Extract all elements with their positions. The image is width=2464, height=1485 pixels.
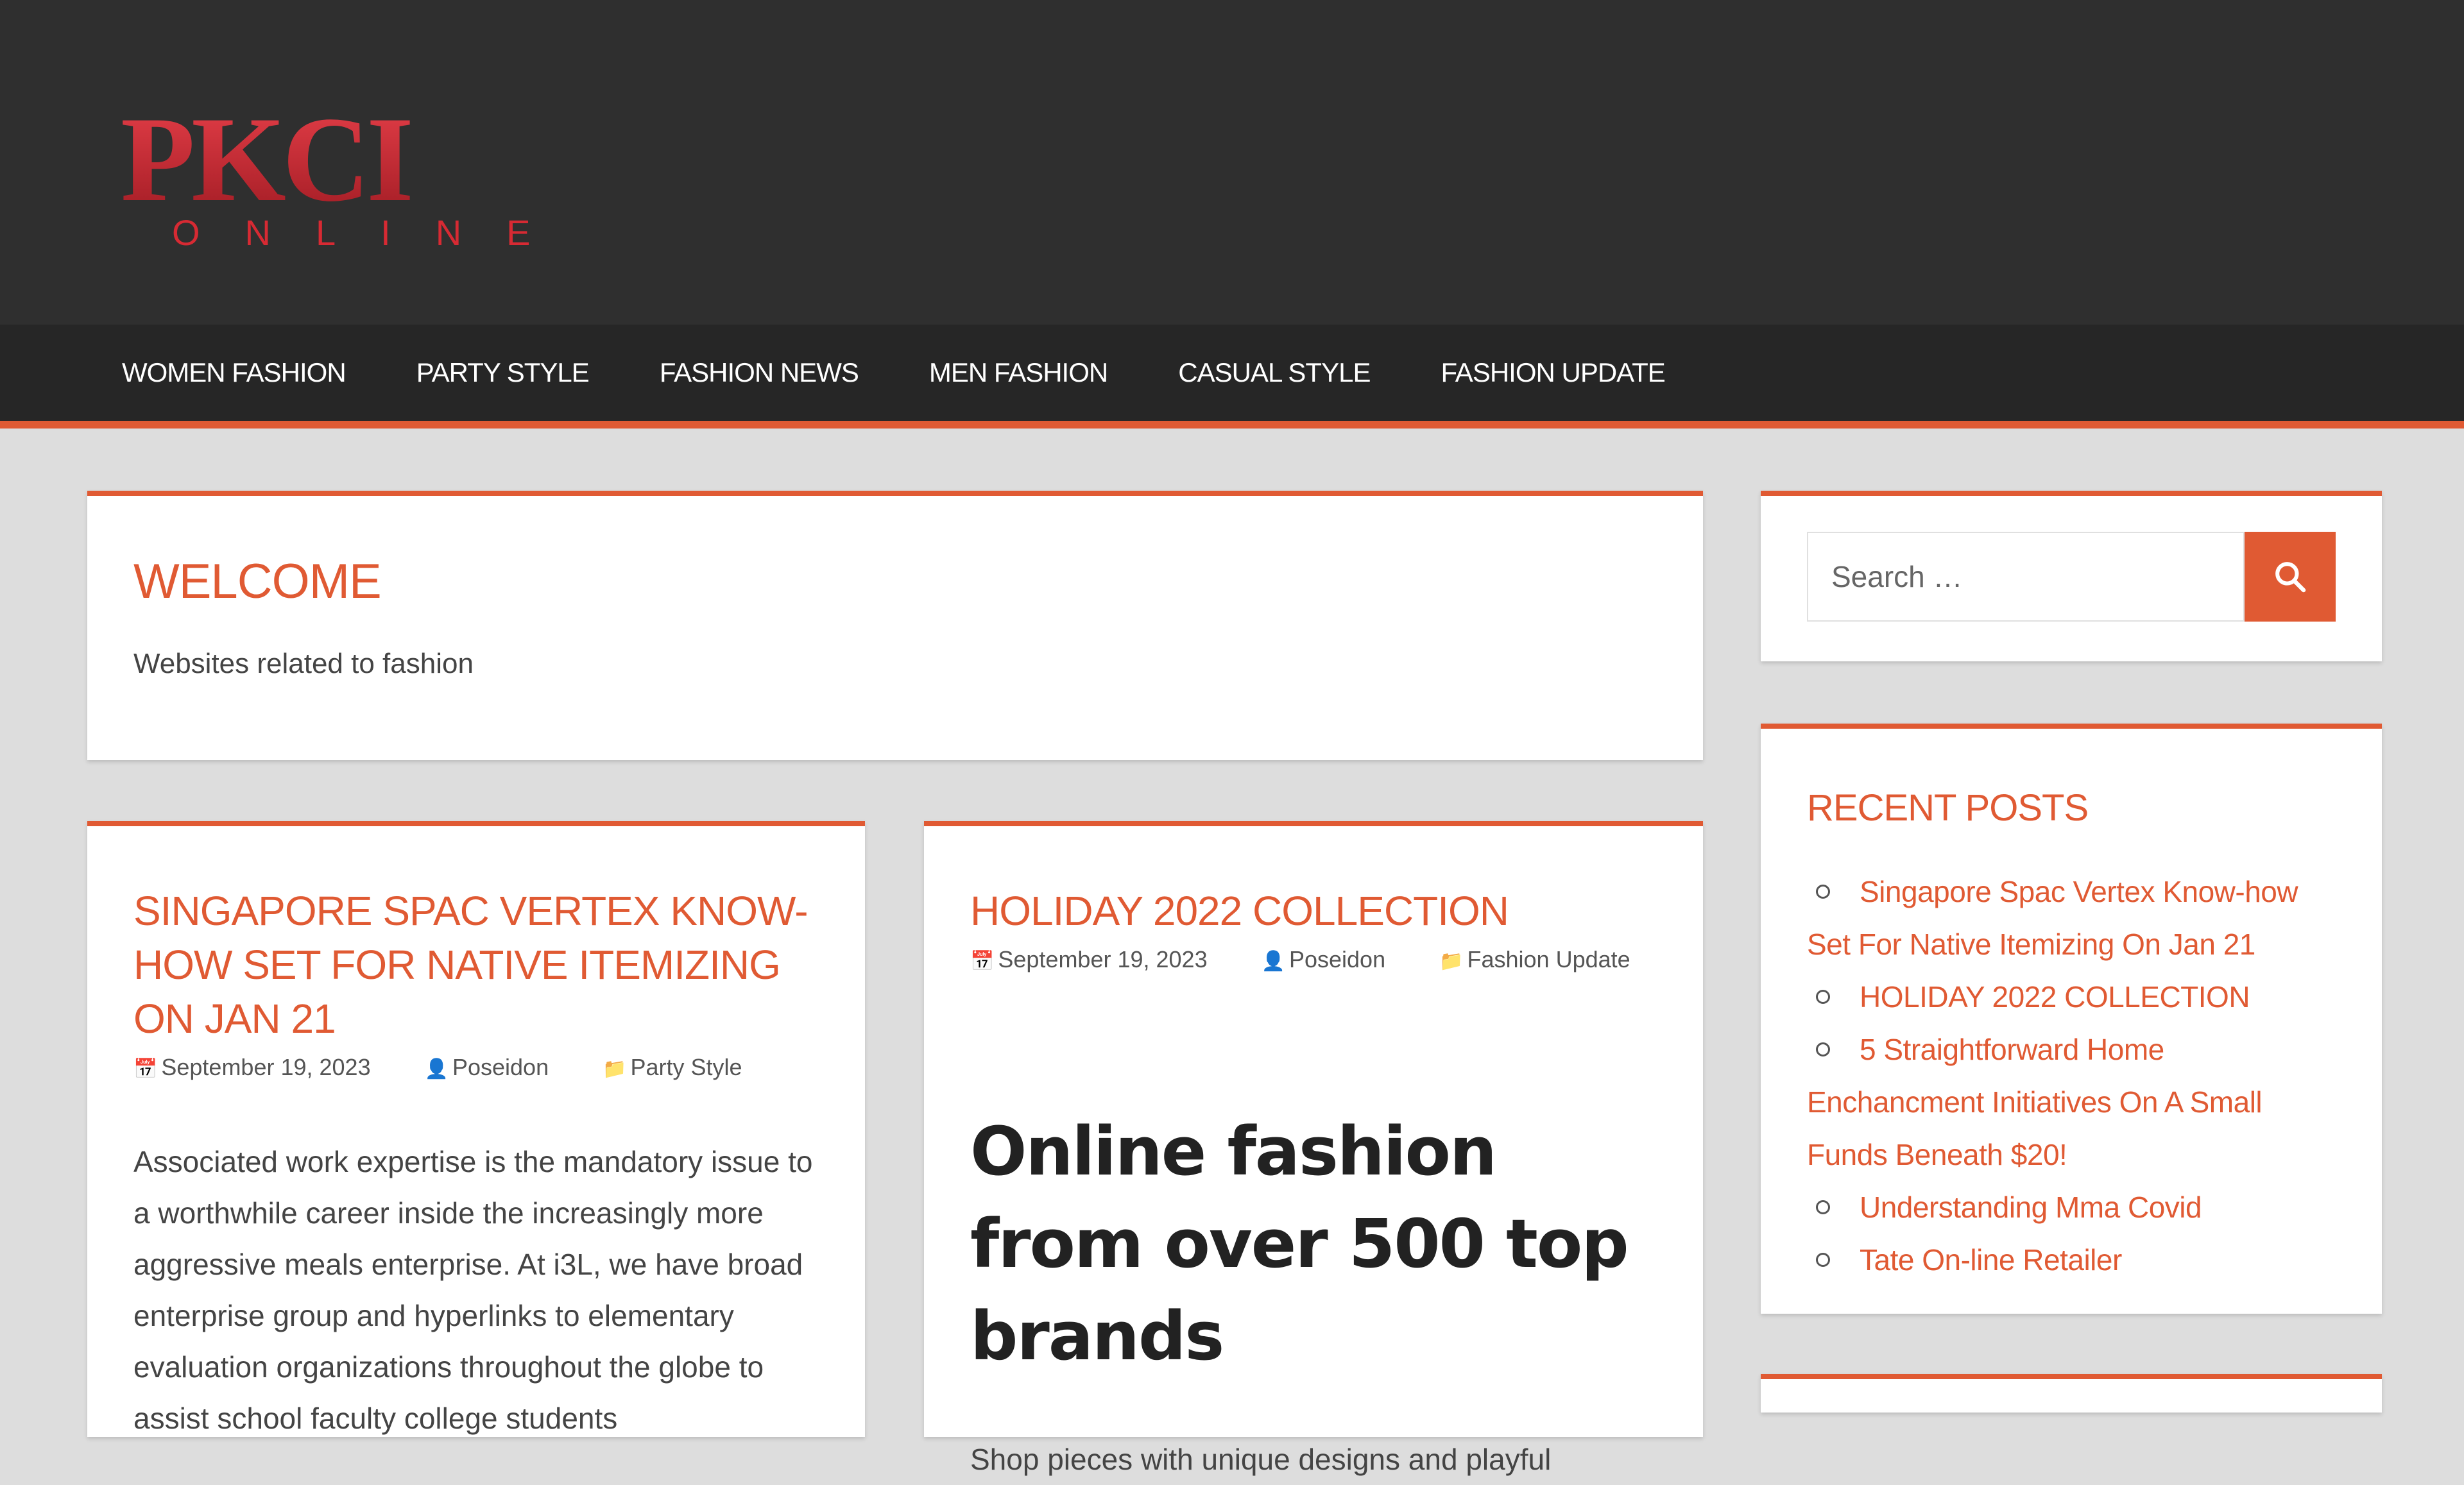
user-icon: 👤	[1261, 951, 1285, 972]
nav-item-women-fashion[interactable]: WOMEN FASHION	[122, 357, 346, 388]
bullet-icon	[1816, 884, 1830, 899]
site-header: PKCI ONLINE	[0, 0, 2464, 325]
recent-post-link[interactable]: 5 Straightforward Home Enchancment Initi…	[1807, 1033, 2263, 1171]
search-form	[1807, 532, 2336, 622]
post-meta: 📅 September 19, 2023 👤 Poseidon 📁 Party Sty…	[133, 1046, 819, 1091]
nav-item-fashion-news[interactable]: FASHION NEWS	[660, 357, 859, 388]
user-icon: 👤	[424, 1058, 449, 1080]
post-title-link[interactable]: HOLIDAY 2022 COLLECTION	[970, 888, 1509, 934]
bullet-icon	[1816, 1042, 1830, 1056]
post-card: HOLIDAY 2022 COLLECTION 📅 September 19, 2…	[924, 821, 1703, 1476]
search-input[interactable]	[1807, 532, 2245, 622]
folder-icon: 📁	[603, 1058, 627, 1080]
welcome-title: WELCOME	[133, 554, 382, 609]
recent-post-link[interactable]: Tate On-line Retailer	[1860, 1243, 2122, 1277]
folder-icon: 📁	[1439, 951, 1464, 972]
post-card: SINGAPORE SPAC VERTEX KNOW-HOW SET FOR N…	[87, 821, 865, 1437]
recent-post-link[interactable]: Singapore Spac Vertex Know-how Set For N…	[1807, 875, 2298, 961]
calendar-icon: 📅	[970, 951, 995, 972]
post-author-link[interactable]: Poseidon	[452, 1054, 549, 1080]
list-item: Tate On-line Retailer	[1807, 1234, 2336, 1286]
search-button[interactable]	[2245, 532, 2336, 622]
search-widget	[1761, 491, 2382, 661]
list-item: HOLIDAY 2022 COLLECTION	[1807, 971, 2336, 1023]
logo-wordmark: PKCI	[121, 103, 410, 227]
post-date-link[interactable]: September 19, 2023	[998, 946, 1207, 972]
welcome-card: WELCOME Websites related to fashion	[87, 491, 1703, 760]
recent-posts-list: Singapore Spac Vertex Know-how Set For N…	[1807, 865, 2336, 1286]
post-meta: 📅 September 19, 2023 👤 Poseidon 📁 Fashion U…	[970, 938, 1657, 983]
main-navigation: WOMEN FASHION PARTY STYLE FASHION NEWS M…	[0, 325, 2464, 429]
sidebar-widget	[1761, 1374, 2382, 1413]
site-logo[interactable]: PKCI ONLINE	[121, 92, 621, 257]
bullet-icon	[1816, 989, 1830, 1004]
logo-subtext: ONLINE	[172, 212, 576, 253]
recent-post-link[interactable]: Understanding Mma Covid	[1860, 1191, 2202, 1224]
bullet-icon	[1816, 1252, 1830, 1267]
post-category-link[interactable]: Party Style	[631, 1054, 742, 1080]
post-excerpt: Shop pieces with unique designs and play…	[970, 1443, 1552, 1476]
welcome-description: Websites related to fashion	[133, 648, 474, 679]
post-title-link[interactable]: SINGAPORE SPAC VERTEX KNOW-HOW SET FOR N…	[133, 888, 809, 1042]
post-author-link[interactable]: Poseidon	[1289, 946, 1385, 972]
post-category-link[interactable]: Fashion Update	[1467, 946, 1630, 972]
list-item: Singapore Spac Vertex Know-how Set For N…	[1807, 865, 2336, 971]
recent-posts-widget: RECENT POSTS Singapore Spac Vertex Know-…	[1761, 724, 2382, 1314]
post-excerpt: Associated work expertise is the mandato…	[133, 1145, 813, 1435]
bullet-icon	[1816, 1200, 1830, 1214]
search-icon	[2275, 562, 2306, 593]
calendar-icon: 📅	[133, 1058, 158, 1080]
post-date-link[interactable]: September 19, 2023	[161, 1054, 370, 1080]
recent-post-link[interactable]: HOLIDAY 2022 COLLECTION	[1860, 980, 2250, 1014]
list-item: 5 Straightforward Home Enchancment Initi…	[1807, 1023, 2336, 1181]
list-item: Understanding Mma Covid	[1807, 1181, 2336, 1234]
nav-item-party-style[interactable]: PARTY STYLE	[416, 357, 590, 388]
nav-item-fashion-update[interactable]: FASHION UPDATE	[1441, 357, 1665, 388]
post-headline: Online fashion from over 500 top brands	[970, 1112, 1629, 1375]
recent-posts-title: RECENT POSTS	[1807, 787, 2089, 829]
nav-item-men-fashion[interactable]: MEN FASHION	[929, 357, 1108, 388]
nav-item-casual-style[interactable]: CASUAL STYLE	[1178, 357, 1371, 388]
